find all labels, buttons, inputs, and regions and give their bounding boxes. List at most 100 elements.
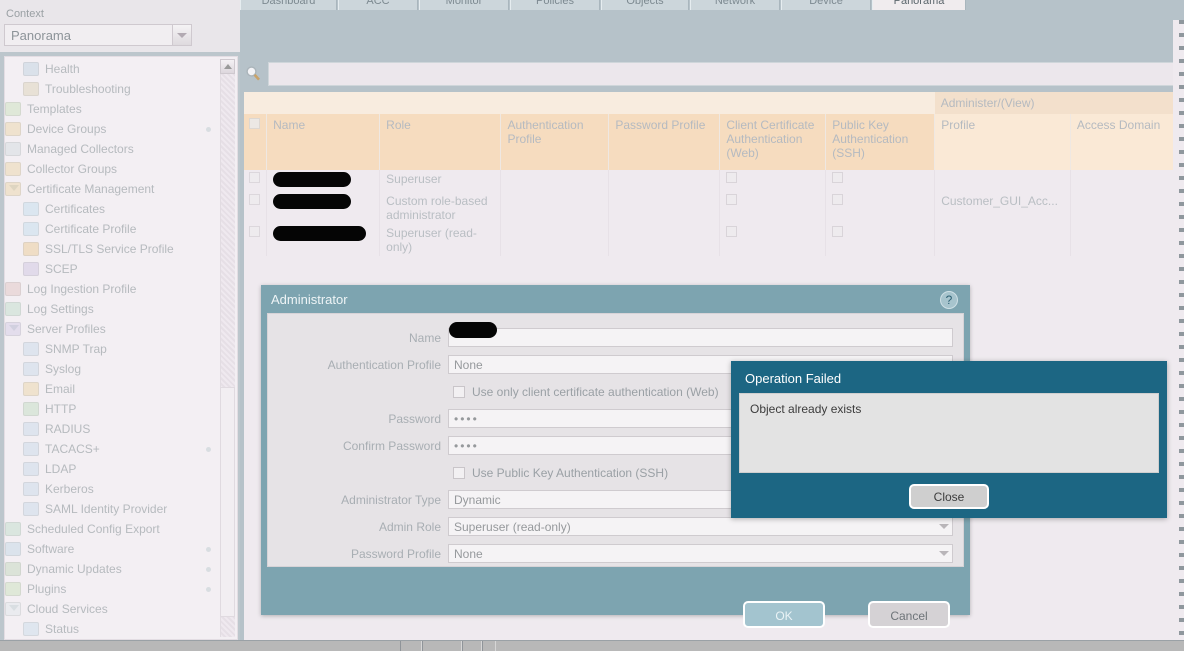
- sidebar-item-label: Cloud Services: [27, 602, 108, 616]
- sidebar-item-email[interactable]: Email: [5, 379, 219, 399]
- tab-policies[interactable]: Policies: [510, 0, 600, 10]
- confirm-password-label: Confirm Password: [342, 438, 441, 453]
- sidebar-item-label: Troubleshooting: [45, 82, 131, 96]
- sidebar-item-ssl-tls-service-profile[interactable]: SSL/TLS Service Profile: [5, 239, 219, 259]
- ok-button[interactable]: OK: [743, 601, 825, 628]
- status-bar-segment[interactable]: [482, 641, 496, 651]
- cell-client-certificate-authentication[interactable]: [719, 224, 827, 256]
- sidebar-item-software[interactable]: Software: [5, 539, 219, 559]
- sidebar-item-ldap[interactable]: LDAP: [5, 459, 219, 479]
- cell-name: [266, 192, 381, 224]
- tab-acc[interactable]: ACC: [338, 0, 418, 10]
- public-key-checkbox[interactable]: [453, 466, 465, 479]
- password-profile-dropdown[interactable]: None: [448, 544, 953, 563]
- context-select[interactable]: Panorama: [4, 24, 192, 46]
- column-header-password-profile[interactable]: Password Profile: [608, 114, 721, 170]
- sidebar-item-certificates[interactable]: Certificates: [5, 199, 219, 219]
- tab-device[interactable]: Device: [781, 0, 871, 10]
- tab-monitor[interactable]: Monitor: [419, 0, 509, 10]
- sidebar-item-kerberos[interactable]: Kerberos: [5, 479, 219, 499]
- chevron-down-icon[interactable]: [172, 24, 192, 46]
- admin-role-dropdown[interactable]: Superuser (read-only): [448, 517, 953, 536]
- public-key-checkbox[interactable]: [832, 194, 844, 205]
- column-header-name[interactable]: Name: [266, 114, 381, 170]
- column-header-role[interactable]: Role: [379, 114, 502, 170]
- client-cert-label[interactable]: Use only client certificate authenticati…: [472, 385, 719, 399]
- row-select-checkbox[interactable]: [244, 224, 268, 256]
- name-field[interactable]: [448, 322, 953, 347]
- sidebar-item-saml-identity-provider[interactable]: SAML Identity Provider: [5, 499, 219, 519]
- status-bar-segment[interactable]: [400, 641, 422, 651]
- public-key-checkbox[interactable]: [832, 226, 844, 237]
- column-header-public-key-authentication-ssh[interactable]: Public Key Authentication (SSH): [825, 114, 936, 170]
- sidebar-item-health[interactable]: Health: [5, 59, 219, 79]
- sidebar-item-scep[interactable]: SCEP: [5, 259, 219, 279]
- sidebar-item-syslog[interactable]: Syslog: [5, 359, 219, 379]
- sidebar-item-scheduled-config-export[interactable]: Scheduled Config Export: [5, 519, 219, 539]
- sidebar-item-certificate-management[interactable]: Certificate Management: [5, 179, 219, 199]
- table-row[interactable]: Superuser (read-only): [244, 224, 1184, 256]
- sidebar-item-tacacs[interactable]: TACACS+: [5, 439, 219, 459]
- sidebar-item-collector-groups[interactable]: Collector Groups: [5, 159, 219, 179]
- public-key-checkbox[interactable]: [832, 172, 844, 183]
- sidebar-item-cloud-services[interactable]: Cloud Services: [5, 599, 219, 619]
- sidebar-item-templates[interactable]: Templates: [5, 99, 219, 119]
- column-header-authentication-profile[interactable]: Authentication Profile: [500, 114, 610, 170]
- name-label: Name: [408, 330, 441, 345]
- client-cert-checkbox[interactable]: [453, 385, 465, 398]
- sidebar-item-log-ingestion-profile[interactable]: Log Ingestion Profile: [5, 279, 219, 299]
- scroll-up-icon[interactable]: [220, 59, 235, 74]
- sidebar-item-snmp-trap[interactable]: SNMP Trap: [5, 339, 219, 359]
- close-button[interactable]: Close: [909, 484, 989, 509]
- tab-dashboard[interactable]: Dashboard: [240, 0, 337, 10]
- cancel-button[interactable]: Cancel: [868, 601, 950, 628]
- client-cert-checkbox[interactable]: [726, 226, 738, 237]
- cell-public-key-authentication[interactable]: [825, 224, 936, 256]
- saml-icon: [23, 502, 39, 516]
- status-dot: [206, 567, 211, 572]
- client-cert-checkbox[interactable]: [726, 172, 738, 183]
- search-icon[interactable]: [244, 65, 262, 83]
- table-row[interactable]: Custom role-based administrator Customer_…: [244, 192, 1184, 224]
- page-scrollbar[interactable]: [1173, 20, 1184, 650]
- sidebar-item-device-groups[interactable]: Device Groups: [5, 119, 219, 139]
- client-cert-checkbox[interactable]: [726, 194, 738, 205]
- sidebar-item-server-profiles[interactable]: Server Profiles: [5, 319, 219, 339]
- cell-public-key-authentication[interactable]: [825, 192, 936, 224]
- public-key-label[interactable]: Use Public Key Authentication (SSH): [472, 466, 668, 480]
- cell-public-key-authentication[interactable]: [825, 170, 936, 192]
- search-input[interactable]: [268, 62, 1184, 86]
- cell-client-certificate-authentication[interactable]: [719, 170, 827, 192]
- sidebar-item-status[interactable]: Status: [5, 619, 219, 639]
- select-all-checkbox[interactable]: [244, 114, 268, 170]
- column-header-access-domain[interactable]: Access Domain: [1070, 114, 1184, 170]
- folder-icon: [5, 122, 21, 136]
- column-header-profile[interactable]: Profile: [934, 114, 1071, 170]
- sidebar-item-troubleshooting[interactable]: Troubleshooting: [5, 79, 219, 99]
- sidebar-scrollbar-thumb[interactable]: [220, 387, 235, 617]
- cell-client-certificate-authentication[interactable]: [719, 192, 827, 224]
- sidebar-item-dynamic-updates[interactable]: Dynamic Updates: [5, 559, 219, 579]
- sidebar-item-log-settings[interactable]: Log Settings: [5, 299, 219, 319]
- row-select-checkbox[interactable]: [244, 170, 268, 192]
- help-circle-icon[interactable]: ?: [940, 291, 958, 309]
- sidebar-item-http[interactable]: HTTP: [5, 399, 219, 419]
- sidebar-item-managed-collectors[interactable]: Managed Collectors: [5, 139, 219, 159]
- admin-type-value: Dynamic: [454, 492, 501, 507]
- sidebar-item-label: Managed Collectors: [27, 142, 134, 156]
- table-row[interactable]: Superuser: [244, 170, 1184, 192]
- sidebar-item-radius[interactable]: RADIUS: [5, 419, 219, 439]
- row-select-checkbox[interactable]: [244, 192, 268, 224]
- admin-type-label: Administrator Type: [341, 492, 441, 507]
- tab-panorama[interactable]: Panorama: [872, 0, 966, 10]
- column-header-client-certificate-authentication-web[interactable]: Client Certificate Authentication (Web): [719, 114, 827, 170]
- sidebar-item-plugins[interactable]: Plugins: [5, 579, 219, 599]
- cell-access-domain: [1070, 170, 1184, 192]
- cell-role: Custom role-based administrator: [379, 192, 502, 224]
- status-bar-segment[interactable]: [422, 641, 462, 651]
- sidebar-item-certificate-profile[interactable]: Certificate Profile: [5, 219, 219, 239]
- tab-objects[interactable]: Objects: [601, 0, 689, 10]
- tab-network[interactable]: Network: [690, 0, 780, 10]
- page-scrollbar-ticks: [1179, 20, 1184, 650]
- status-bar-segment[interactable]: [462, 641, 482, 651]
